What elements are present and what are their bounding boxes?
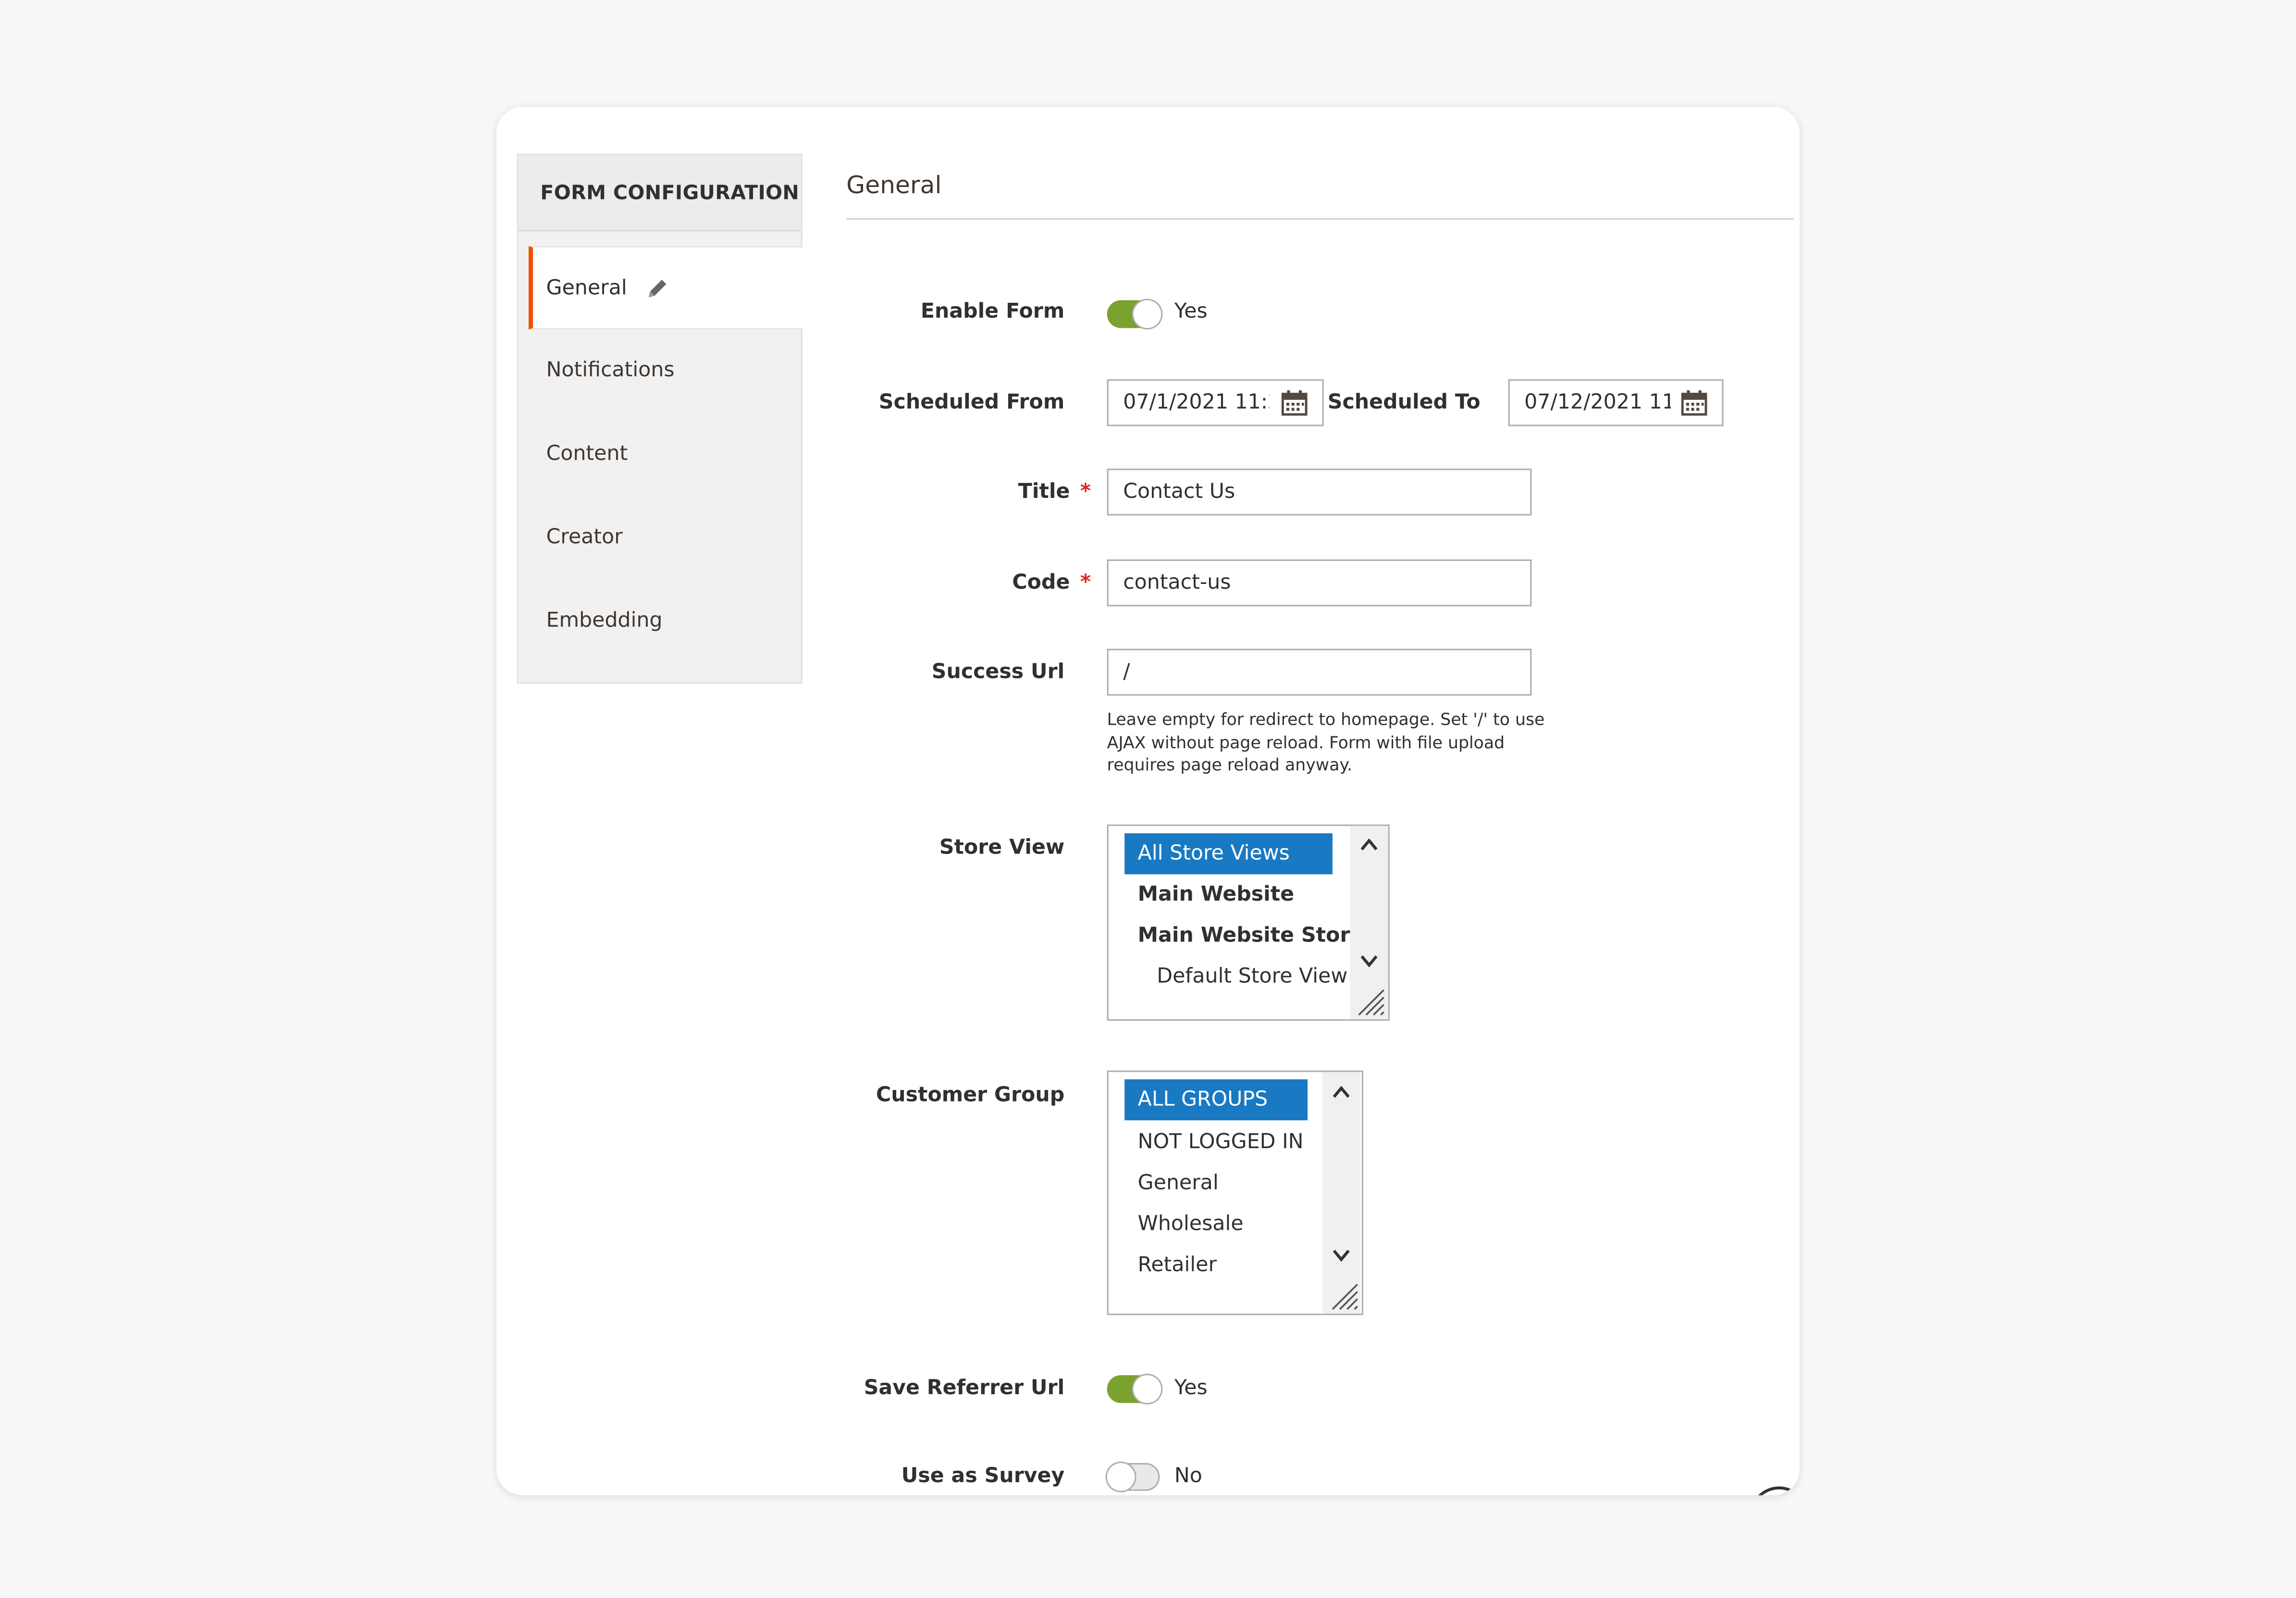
chevron-up-icon[interactable]: [1359, 836, 1380, 854]
title-label: Title *: [1018, 480, 1091, 504]
scrollbar[interactable]: [1322, 1072, 1360, 1314]
customer-group-option[interactable]: Retailer: [1138, 1245, 1217, 1286]
chevron-down-icon[interactable]: [1331, 1246, 1352, 1264]
success-url-note: Leave empty for redirect to homepage. Se…: [1107, 708, 1545, 775]
sidebar-title: FORM CONFIGURATION: [540, 181, 800, 205]
code-label-text: Code: [1012, 571, 1070, 595]
sidebar-header: FORM CONFIGURATION: [518, 155, 801, 232]
sidebar-item-label: Creator: [546, 525, 623, 549]
code-label: Code *: [1012, 571, 1091, 595]
title-label-text: Title: [1018, 480, 1070, 504]
code-value: contact-us: [1123, 571, 1231, 595]
store-view-option[interactable]: Main Website: [1138, 874, 1294, 915]
sidebar-item-label: General: [546, 276, 627, 300]
resize-grip-icon[interactable]: [1327, 1278, 1359, 1311]
sidebar-item-embedding[interactable]: Embedding: [529, 580, 802, 664]
enable-form-label: Enable Form: [920, 300, 1065, 324]
title-input[interactable]: Contact Us: [1107, 469, 1532, 516]
scheduled-to-label: Scheduled To: [1327, 391, 1481, 415]
scheduled-to-input[interactable]: 07/12/2021 11:2: [1508, 379, 1724, 426]
required-mark: *: [1080, 571, 1091, 595]
store-view-option[interactable]: Main Website Store: [1138, 916, 1364, 956]
scheduled-from-input[interactable]: 07/1/2021 11:2:: [1107, 379, 1324, 426]
customer-group-option[interactable]: Wholesale: [1138, 1204, 1244, 1245]
toggle-knob: [1107, 1463, 1135, 1491]
chevron-down-icon[interactable]: [1359, 952, 1380, 970]
toggle-knob: [1133, 300, 1161, 328]
pencil-icon: [648, 280, 667, 297]
enable-form-toggle[interactable]: [1107, 300, 1161, 328]
success-url-value: /: [1123, 660, 1130, 684]
customer-group-select[interactable]: ALL GROUPS NOT LOGGED IN General Wholesa…: [1107, 1070, 1363, 1315]
section-divider: [846, 218, 1794, 220]
sidebar-item-general[interactable]: General: [529, 246, 802, 330]
chevron-up-icon[interactable]: [1331, 1084, 1352, 1102]
scheduled-to-value: 07/12/2021 11:2: [1524, 391, 1671, 415]
success-url-label: Success Url: [931, 660, 1065, 684]
sidebar-item-content[interactable]: Content: [529, 413, 802, 496]
store-view-select[interactable]: All Store Views Main Website Main Websit…: [1107, 824, 1390, 1021]
sidebar-item-label: Content: [546, 442, 628, 466]
calendar-icon[interactable]: [1679, 388, 1709, 418]
customer-group-option[interactable]: NOT LOGGED IN: [1138, 1122, 1304, 1163]
success-url-input[interactable]: /: [1107, 648, 1532, 696]
scheduled-from-label: Scheduled From: [878, 391, 1065, 415]
scheduled-from-value: 07/1/2021 11:2:: [1123, 391, 1270, 415]
customer-group-option[interactable]: General: [1138, 1163, 1219, 1203]
store-view-option[interactable]: All Store Views: [1124, 833, 1333, 875]
use-as-survey-value: No: [1174, 1464, 1202, 1488]
save-referrer-url-value: Yes: [1174, 1376, 1208, 1400]
sidebar: FORM CONFIGURATION General Notifications…: [517, 153, 802, 684]
use-as-survey-toggle[interactable]: [1107, 1463, 1160, 1491]
enable-form-value: Yes: [1174, 300, 1208, 324]
calendar-icon[interactable]: [1280, 388, 1309, 418]
sidebar-item-label: Notifications: [546, 359, 675, 383]
form-configuration-panel: FORM CONFIGURATION General Notifications…: [496, 107, 1800, 1496]
title-value: Contact Us: [1123, 480, 1235, 504]
scroll-top-icon[interactable]: [1750, 1486, 1800, 1496]
toggle-knob: [1133, 1375, 1161, 1403]
save-referrer-url-label: Save Referrer Url: [864, 1376, 1065, 1400]
customer-group-label: Customer Group: [876, 1083, 1065, 1107]
customer-group-option[interactable]: ALL GROUPS: [1124, 1079, 1308, 1121]
resize-grip-icon[interactable]: [1353, 984, 1385, 1016]
code-input[interactable]: contact-us: [1107, 559, 1532, 607]
store-view-label: Store View: [939, 836, 1065, 860]
required-mark: *: [1080, 480, 1091, 504]
sidebar-item-label: Embedding: [546, 609, 663, 633]
section-title: General: [846, 171, 942, 199]
use-as-survey-label: Use as Survey: [901, 1464, 1065, 1488]
sidebar-item-notifications[interactable]: Notifications: [529, 330, 802, 413]
save-referrer-url-toggle[interactable]: [1107, 1375, 1161, 1403]
store-view-option[interactable]: Default Store View: [1157, 956, 1347, 997]
sidebar-item-creator[interactable]: Creator: [529, 496, 802, 580]
